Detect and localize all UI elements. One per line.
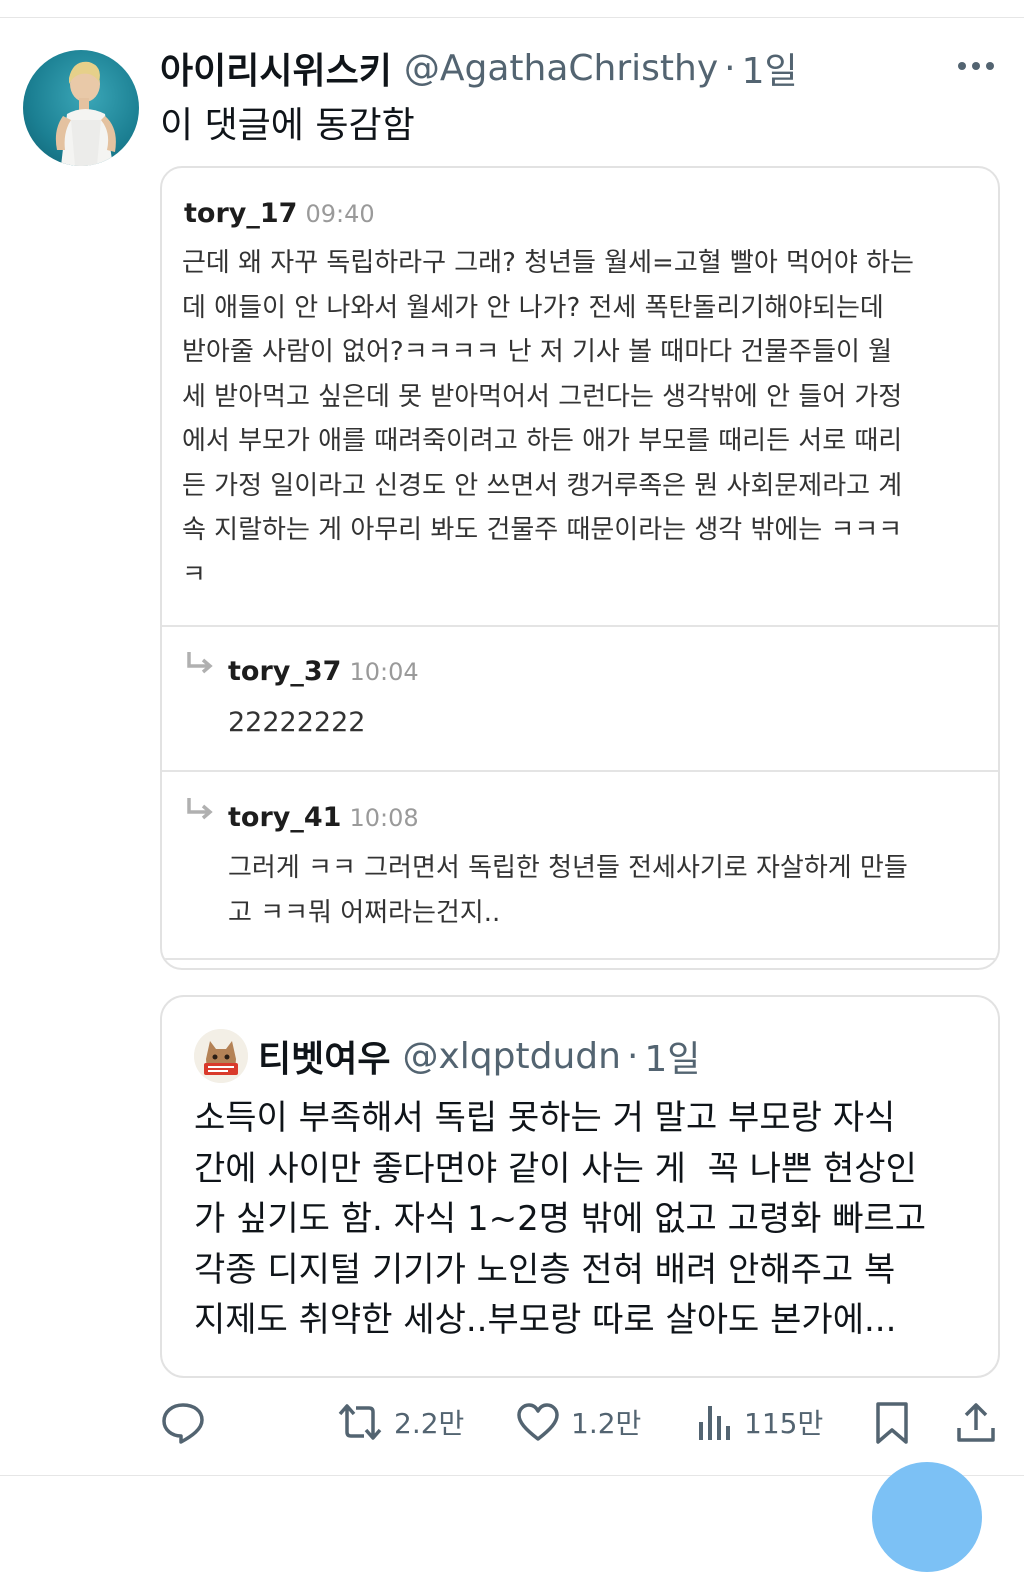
- share-button[interactable]: [954, 1400, 998, 1444]
- share-icon: [957, 1403, 995, 1442]
- comment-line: 든 가정 일이라고 신경도 안 쓰면서 캥거루족은 뭔 사회문제라고 계: [182, 470, 903, 501]
- bookmark-icon: [876, 1402, 908, 1444]
- comment-line: 세 받아먹고 싶은데 못 받아먹어서 그런다는 생각밖에 안 들어 가정: [182, 381, 903, 412]
- quoted-handle: @xlqptdudn: [402, 1035, 621, 1077]
- quoted-line: 간에 사이만 좋다면야 같이 사는 게 꼭 나쁜 현상인: [194, 1148, 917, 1189]
- action-bar: 2.2만 1.2만 115만: [0, 1392, 1024, 1452]
- quoted-line: 각종 디지털 기기가 노인층 전혀 배려 안해주고 복: [194, 1249, 896, 1290]
- reply-username: tory_41: [228, 802, 342, 833]
- quoted-tweet-header: 티벳여우 @xlqptdudn · 1일: [258, 1031, 700, 1081]
- quoted-timestamp: 1일: [644, 1039, 701, 1080]
- comment-time: 09:40: [305, 200, 375, 228]
- retweet-count: 2.2만: [394, 1407, 465, 1440]
- separator-dot: ·: [724, 47, 736, 89]
- quoted-tweet-text: 소득이 부족해서 독립 못하는 거 말고 부모랑 자식 간에 사이만 좋다면야 …: [194, 1093, 984, 1346]
- views-button[interactable]: 115만: [694, 1400, 823, 1444]
- reply-body: 그러게 ㅋㅋ 그러면서 독립한 청년들 전세사기로 자살하게 만들 고 ㅋㅋ뭐 …: [228, 846, 978, 935]
- more-options-button[interactable]: [952, 50, 1002, 80]
- comment-divider: [162, 625, 998, 627]
- tweet-timestamp[interactable]: 1일: [742, 42, 798, 94]
- reply-arrow-icon: [187, 652, 213, 674]
- quoted-line: 가 싶기도 함. 자식 1~2명 밖에 없고 고령화 빠르고: [194, 1199, 927, 1239]
- quoted-line: 지제도 취약한 세상..부모랑 따로 살아도 본가에...: [194, 1300, 897, 1340]
- reply-icon: [162, 1403, 204, 1444]
- reply-line: 고 ㅋㅋ뭐 어쩌라는건지..: [228, 897, 501, 928]
- comment-body: 근데 왜 자꾸 독립하라구 그래? 청년들 월세=고혈 빨아 먹어야 하는 데 …: [182, 241, 982, 597]
- comment-line: 속 지랄하는 게 아무리 봐도 건물주 때문이라는 생각 밖에는 ㅋㅋㅋ: [182, 515, 903, 545]
- bookmark-button[interactable]: [872, 1400, 912, 1444]
- reply-username: tory_37: [228, 656, 342, 687]
- quoted-tweet[interactable]: 티벳여우 @xlqptdudn · 1일 소득이 부족해서 독립 못하는 거 말…: [160, 995, 1000, 1378]
- quoted-author-avatar: [194, 1029, 248, 1083]
- analytics-icon: [699, 1406, 730, 1440]
- reply-body: 22222222: [228, 701, 978, 746]
- separator-dot: ·: [626, 1035, 639, 1077]
- comment-divider: [162, 770, 998, 772]
- comment-line: 데 애들이 안 나와서 월세가 안 나가? 전세 폭탄돌리기해야되는데: [182, 292, 884, 323]
- comment-line: ㅋ: [182, 559, 206, 590]
- like-count: 1.2만: [571, 1407, 642, 1440]
- heart-icon: [517, 1403, 559, 1441]
- reply-time: 10:08: [349, 804, 419, 832]
- compose-fab-button[interactable]: [872, 1462, 982, 1572]
- author-avatar[interactable]: [23, 50, 139, 166]
- comment-line: 받아줄 사람이 없어?ㅋㅋㅋㅋ 난 저 기사 볼 때마다 건물주들이 월: [182, 337, 893, 367]
- like-button[interactable]: 1.2만: [515, 1400, 641, 1444]
- quoted-display-name: 티벳여우: [258, 1039, 391, 1080]
- attached-image[interactable]: tory_17 09:40 근데 왜 자꾸 독립하라구 그래? 청년들 월세=고…: [160, 166, 1000, 970]
- comment-line: 에서 부모가 애를 때려죽이려고 하든 애가 부모를 때리든 서로 때리: [182, 426, 903, 456]
- reply-button[interactable]: [160, 1400, 206, 1444]
- bottom-divider: [0, 1475, 1024, 1476]
- reply-line: 그러게 ㅋㅋ 그러면서 독립한 청년들 전세사기로 자살하게 만들: [228, 853, 908, 883]
- quoted-line: 소득이 부족해서 독립 못하는 거 말고 부모랑 자식: [194, 1098, 896, 1138]
- reply-arrow-icon: [187, 798, 213, 820]
- top-divider: [0, 17, 1024, 18]
- views-count: 115만: [744, 1407, 824, 1440]
- reply-line: 22222222: [228, 707, 366, 738]
- retweet-icon: [338, 1404, 382, 1440]
- tweet-header: 아이리시위스키 @AgathaChristhy · 1일: [160, 42, 798, 94]
- author-display-name[interactable]: 아이리시위스키: [160, 42, 392, 94]
- comment-username: tory_17: [184, 198, 298, 229]
- author-handle[interactable]: @AgathaChristhy: [404, 48, 718, 89]
- more-dots-icon: [958, 62, 994, 70]
- reply-time: 10:04: [349, 658, 419, 686]
- tweet-text: 이 댓글에 동감함: [160, 105, 415, 146]
- comment-header: tory_17 09:40: [184, 198, 375, 229]
- retweet-button[interactable]: 2.2만: [336, 1400, 464, 1444]
- reply-header: tory_37 10:04: [228, 656, 419, 687]
- reply-header: tory_41 10:08: [228, 802, 419, 833]
- comment-divider: [162, 958, 998, 960]
- comment-line: 근데 왜 자꾸 독립하라구 그래? 청년들 월세=고혈 빨아 먹어야 하는: [182, 248, 914, 278]
